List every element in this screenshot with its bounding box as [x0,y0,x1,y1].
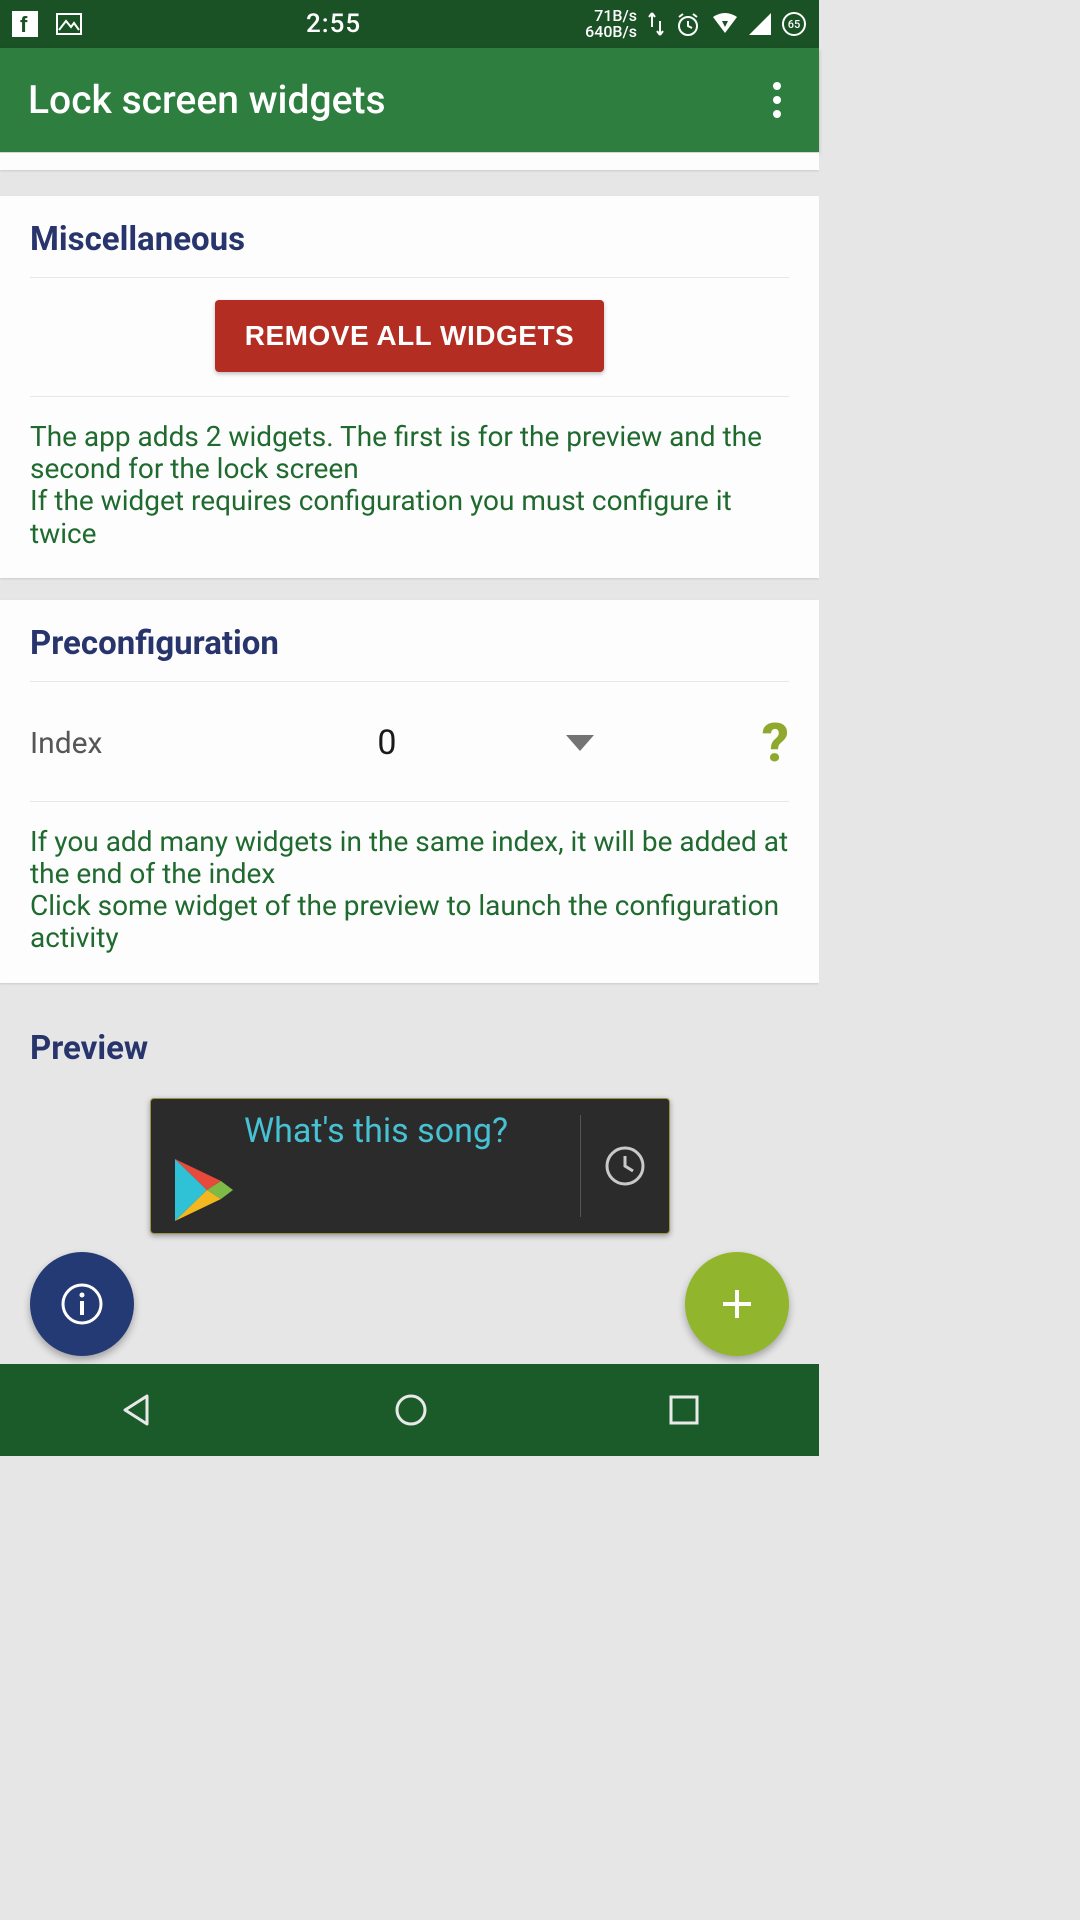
preconfig-header: Preconfiguration [30,624,789,682]
index-spinner[interactable]: 0 [230,723,742,763]
preconfiguration-card: Preconfiguration Index 0 ? If you add ma… [0,600,819,983]
info-fab[interactable] [30,1252,134,1356]
network-speed: 71B/s 640B/s [585,8,637,40]
remove-all-widgets-button[interactable]: REMOVE ALL WIDGETS [215,300,604,372]
status-right-icons: 71B/s 640B/s 65 [585,8,807,40]
misc-header: Miscellaneous [30,220,789,278]
data-traffic-icon [647,11,665,37]
net-down-text: 640B/s [585,24,637,40]
app-bar: Lock screen widgets [0,48,819,152]
page-title: Lock screen widgets [28,77,763,123]
index-row: Index 0 ? [30,682,789,802]
clock-icon[interactable] [603,1144,647,1188]
image-icon [56,11,82,37]
home-icon[interactable] [391,1390,431,1430]
back-icon[interactable] [117,1390,157,1430]
index-value: 0 [377,723,396,763]
chevron-down-icon [566,735,594,751]
widget-preview[interactable]: What's this song? [150,1098,670,1234]
preview-area: Preview What's this song? [0,1005,819,1365]
info-icon [60,1282,104,1326]
misc-hint-text: The app adds 2 widgets. The first is for… [30,421,789,550]
widget-separator [580,1115,581,1217]
overflow-menu-icon[interactable] [763,72,791,128]
add-fab[interactable] [685,1252,789,1356]
svg-text:65: 65 [788,18,801,31]
svg-text:f: f [20,12,28,37]
preview-header: Preview [30,1029,789,1068]
status-left-icons: f [12,11,82,37]
android-nav-bar [0,1364,819,1456]
preconfig-hint-text: If you add many widgets in the same inde… [30,826,789,955]
facebook-icon: f [12,11,38,37]
plus-icon [717,1284,757,1324]
battery-icon: 65 [781,11,807,37]
status-clock: 2:55 [82,9,585,39]
cell-signal-icon [749,13,771,35]
widget-left: What's this song? [173,1109,580,1223]
index-label: Index [30,726,230,761]
miscellaneous-card: Miscellaneous REMOVE ALL WIDGETS The app… [0,196,819,578]
play-store-icon [173,1157,580,1223]
previous-card-peek [0,152,819,170]
alarm-icon [675,11,701,37]
android-status-bar: f 2:55 71B/s 640B/s 65 [0,0,819,48]
divider [30,396,789,397]
content-scroll[interactable]: Miscellaneous REMOVE ALL WIDGETS The app… [0,152,819,1364]
recent-apps-icon[interactable] [666,1392,702,1428]
widget-text: What's this song? [244,1109,508,1151]
help-icon[interactable]: ? [742,712,789,775]
wifi-icon [711,13,739,35]
